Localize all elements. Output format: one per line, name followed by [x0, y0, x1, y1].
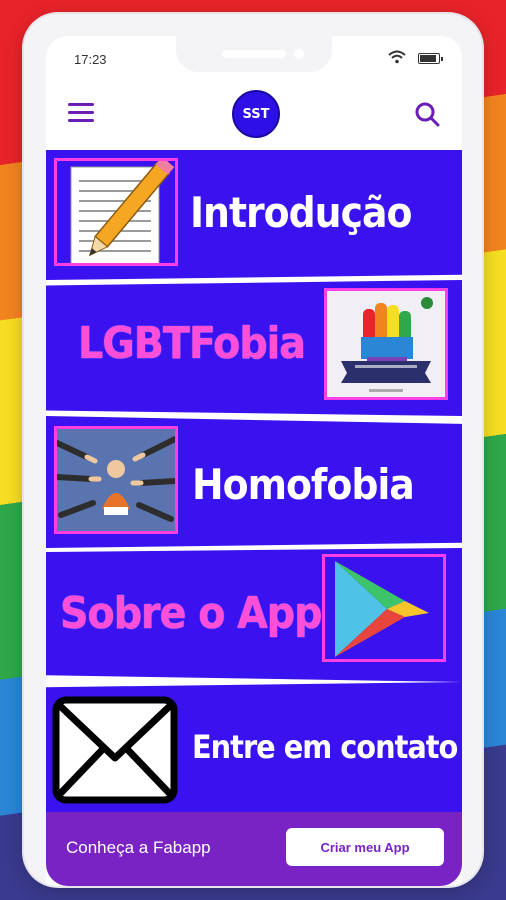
pointing-hands-icon	[54, 426, 178, 534]
speaker-grille	[222, 50, 286, 58]
phone-notch	[176, 36, 332, 72]
menu-item-sobre-o-app[interactable]: Sobre o App	[46, 548, 462, 682]
app-screen: 17:23 SST Introdução LGBTFobia Homofobia…	[46, 36, 462, 886]
battery-icon	[418, 53, 443, 64]
footer-text: Conheça a Fabapp	[66, 838, 211, 857]
create-app-button[interactable]: Criar meu App	[286, 828, 444, 866]
menu-item-homofobia[interactable]: Homofobia	[46, 416, 462, 548]
menu-item-label: Entre em contato	[192, 728, 458, 766]
menu-item-entre-em-contato[interactable]: Entre em contato	[46, 682, 462, 812]
menu-item-introducao[interactable]: Introdução	[46, 150, 462, 280]
notepad-pencil-icon	[54, 156, 178, 280]
menu-item-label: Introdução	[190, 188, 412, 237]
pride-fist-icon	[324, 288, 448, 400]
app-logo: SST	[232, 90, 280, 138]
menu-item-label: LGBTFobia	[78, 318, 306, 369]
phone-frame: 17:23 SST Introdução LGBTFobia Homofobia…	[24, 14, 482, 886]
play-store-icon	[322, 554, 446, 662]
wifi-icon	[388, 50, 406, 64]
envelope-icon	[52, 696, 178, 804]
menu-item-lgbtfobia[interactable]: LGBTFobia	[46, 280, 462, 416]
hamburger-menu-icon[interactable]	[68, 103, 94, 123]
fabapp-footer: Conheça a Fabapp Criar meu App	[46, 812, 462, 886]
status-time: 17:23	[74, 52, 107, 67]
search-icon[interactable]	[414, 101, 440, 127]
app-bar: SST	[46, 80, 462, 150]
menu-item-label: Homofobia	[192, 460, 415, 509]
menu-item-label: Sobre o App	[60, 588, 322, 639]
front-camera	[294, 49, 304, 59]
